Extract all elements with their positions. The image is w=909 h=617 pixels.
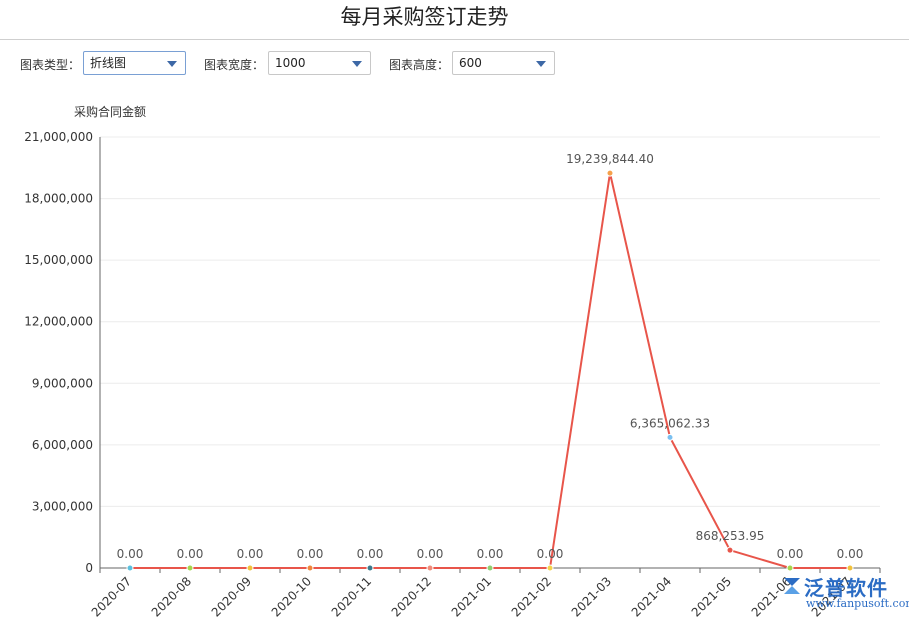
data-label: 0.00	[477, 547, 504, 561]
x-tick-label: 2021-02	[509, 574, 554, 617]
data-point	[787, 565, 793, 571]
x-tick-label: 2020-12	[389, 574, 434, 617]
x-tick-label: 2021-01	[449, 574, 494, 617]
x-tick-label: 2021-05	[689, 574, 734, 617]
data-label: 0.00	[237, 547, 264, 561]
x-tick-label: 2021-03	[569, 574, 614, 617]
data-point	[547, 565, 553, 571]
data-point	[607, 170, 613, 176]
y-axis-label: 采购合同金额	[74, 104, 146, 119]
data-point	[247, 565, 253, 571]
x-tick-label: 2020-08	[149, 574, 194, 617]
x-tick-label: 2020-10	[269, 574, 314, 617]
data-label: 0.00	[777, 547, 804, 561]
line-chart: 采购合同金额 0 3,000,000 6,000,000 9,000,000 12,000…	[0, 0, 909, 617]
y-tick-label: 3,000,000	[32, 499, 93, 513]
x-tick-label: 2021-04	[629, 574, 674, 617]
data-point	[667, 434, 673, 440]
series-line	[130, 173, 850, 568]
data-point	[427, 565, 433, 571]
y-tick-label: 9,000,000	[32, 376, 93, 390]
x-tick-label: 2020-09	[209, 574, 254, 617]
data-label: 0.00	[117, 547, 144, 561]
data-label: 0.00	[357, 547, 384, 561]
brand-url: www.fanpusoft.com	[806, 597, 909, 610]
y-tick-label: 15,000,000	[24, 253, 93, 267]
y-tick-label: 21,000,000	[24, 130, 93, 144]
data-label: 0.00	[177, 547, 204, 561]
data-point	[307, 565, 313, 571]
data-label: 0.00	[417, 547, 444, 561]
y-tick-label: 12,000,000	[24, 315, 93, 329]
data-label: 6,365,062.33	[630, 416, 710, 430]
y-tick-label: 0	[85, 561, 93, 575]
y-tick-label: 6,000,000	[32, 438, 93, 452]
data-point	[187, 565, 193, 571]
data-point	[487, 565, 493, 571]
brand-mark-icon	[780, 574, 804, 598]
data-label: 0.00	[837, 547, 864, 561]
brand-logo: 泛普软件 www.fanpusoft.com	[780, 572, 905, 612]
data-point	[847, 565, 853, 571]
data-label: 19,239,844.40	[566, 152, 654, 166]
x-tick-label: 2020-11	[329, 574, 374, 617]
data-label: 0.00	[297, 547, 324, 561]
data-point	[727, 547, 733, 553]
data-label: 0.00	[537, 547, 564, 561]
data-point	[367, 565, 373, 571]
x-tick-label: 2020-07	[89, 574, 134, 617]
y-tick-label: 18,000,000	[24, 192, 93, 206]
data-label: 868,253.95	[696, 529, 765, 543]
data-point	[127, 565, 133, 571]
